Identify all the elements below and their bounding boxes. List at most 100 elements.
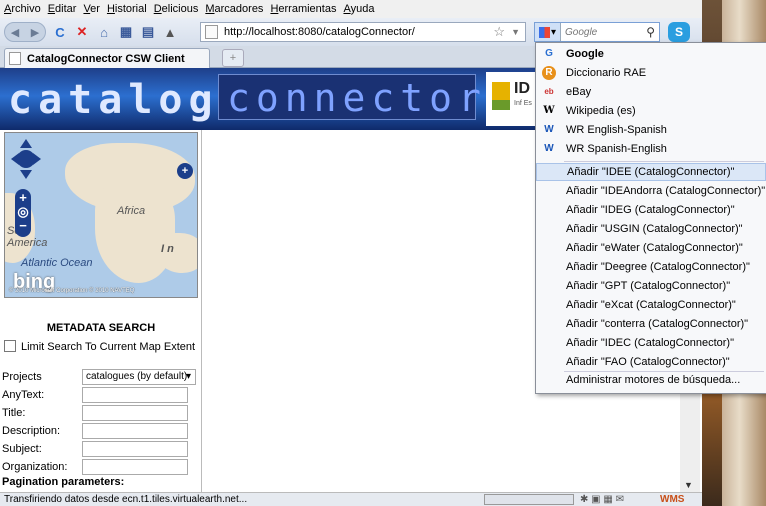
map-label-in: I n [161,243,174,255]
engine-label: Google [566,48,604,60]
title-input[interactable] [82,405,188,421]
subject-input[interactable] [82,441,188,457]
projects-label: Projects [2,371,42,383]
search-engine-selector[interactable]: ▾ [535,23,561,41]
menu-editar[interactable]: Editar [48,3,77,15]
rae-icon: R [542,66,556,80]
back-forward-buttons[interactable]: ◀ ▶ [4,22,46,42]
logo-catalog: catalog [8,77,219,123]
engine-label: eBay [566,86,592,98]
engine-wr-es-en[interactable]: W WR Spanish-English [536,140,766,158]
menu-ayuda[interactable]: Ayuda [343,3,374,15]
chevron-down-icon[interactable]: ▼ [511,27,520,37]
map-label-africa: Africa [117,205,146,217]
anytext-row: AnyText: [2,386,198,404]
address-bar[interactable]: http://localhost:8080/catalogConnector/ … [200,22,526,42]
wordreference-icon: W [544,124,554,135]
search-icon[interactable]: ⚲ [646,25,655,39]
engine-rae[interactable]: R Diccionario RAE [536,64,766,82]
add-engine-usgin[interactable]: Añadir "USGIN (CatalogConnector)" [536,220,766,238]
add-engine-fao[interactable]: Añadir "FAO (CatalogConnector)" [536,353,766,371]
ide-logo-title: ID [514,80,530,97]
wikipedia-icon: W [543,105,555,116]
google-icon: G [545,48,553,59]
add-engine-idec[interactable]: Añadir "IDEC (CatalogConnector)" [536,334,766,352]
page-icon [205,25,218,39]
anytext-label: AnyText: [2,389,45,401]
scroll-down-icon[interactable]: ▼ [684,480,693,490]
pan-control-icon[interactable] [11,139,41,179]
description-row: Description: [2,422,198,440]
search-input[interactable] [561,26,637,38]
organization-label: Organization: [2,461,68,473]
menu-herramientas[interactable]: Herramientas [270,3,336,15]
add-engine-deegree[interactable]: Añadir "Deegree (CatalogConnector)" [536,258,766,276]
globe-icon[interactable]: ◎ [15,205,31,219]
reload-icon[interactable]: C [52,24,68,40]
new-tab-button[interactable]: + [222,49,244,67]
status-bar: Transfiriendo datos desde ecn.t1.tiles.v… [0,492,702,506]
engine-wikipedia[interactable]: W Wikipedia (es) [536,102,766,120]
skype-icon[interactable]: S [668,22,690,42]
organization-row: Organization: [2,458,198,476]
layer-switcher-icon[interactable]: + [177,163,193,179]
add-engine-ideg[interactable]: Añadir "IDEG (CatalogConnector)" [536,201,766,219]
menu-delicious[interactable]: Delicious [154,3,199,15]
forward-icon[interactable]: ▶ [31,26,39,39]
star-icon[interactable]: ☆ [493,24,505,40]
add-engine-ideandorra[interactable]: Añadir "IDEAndorra (CatalogConnector)" [536,182,766,200]
app: Archivo Editar Ver Historial Delicious M… [0,0,766,506]
menu-ver[interactable]: Ver [83,3,100,15]
engine-label: WR Spanish-English [566,143,667,155]
limit-search-checkbox[interactable] [4,340,16,352]
bookmark-toolbar-icon[interactable]: ▦ [118,24,134,40]
limit-search-option[interactable]: Limit Search To Current Map Extent [4,340,200,353]
zoom-control[interactable]: + ◎ − [15,189,31,237]
tab-catalogconnector[interactable]: CatalogConnector CSW Client [4,48,210,68]
description-input[interactable] [82,423,188,439]
map-view[interactable]: Africa America Se I n Atlantic Ocean bin… [4,132,198,298]
page-icon [9,52,21,65]
projects-row: Projects catalogues (by default) [2,368,198,386]
back-icon[interactable]: ◀ [11,26,19,39]
title-label: Title: [2,407,26,419]
left-panel: Africa America Se I n Atlantic Ocean bin… [0,130,202,492]
organization-input[interactable] [82,459,188,475]
zoom-in-icon[interactable]: + [15,191,31,205]
url-text[interactable]: http://localhost:8080/catalogConnector/ [224,26,415,38]
projects-select[interactable]: catalogues (by default) [82,369,196,385]
menubar: Archivo Editar Ver Historial Delicious M… [0,0,702,18]
engine-label: Wikipedia (es) [566,105,636,117]
progress-bar [484,494,574,505]
status-text: Transfiriendo datos desde ecn.t1.tiles.v… [4,494,248,505]
ebay-icon: eb [544,87,554,96]
lock-toolbar-icon[interactable]: ▲ [162,24,178,40]
add-engine-idee[interactable]: Añadir "IDEE (CatalogConnector)" [536,163,766,181]
engine-ebay[interactable]: eb eBay [536,83,766,101]
map-label-america: America [7,237,48,249]
menu-marcadores[interactable]: Marcadores [205,3,263,15]
engine-label: WR English-Spanish [566,124,667,136]
wms-badge[interactable]: WMS [660,493,684,506]
sidebar-toolbar-icon[interactable]: ▤ [140,24,156,40]
home-icon[interactable]: ⌂ [96,24,112,40]
wordreference-icon: W [544,143,554,154]
ide-logo-subtitle: Inf Es [514,100,532,107]
engine-google[interactable]: G Google [536,45,766,63]
engine-wr-en-es[interactable]: W WR English-Spanish [536,121,766,139]
menu-historial[interactable]: Historial [107,3,147,15]
menu-archivo[interactable]: Archivo [4,3,41,15]
status-icons[interactable]: ✱ ▣ ▦ ✉ [580,493,624,506]
add-engine-gpt[interactable]: Añadir "GPT (CatalogConnector)" [536,277,766,295]
add-engine-ewater[interactable]: Añadir "eWater (CatalogConnector)" [536,239,766,257]
anytext-input[interactable] [82,387,188,403]
manage-search-engines[interactable]: Administrar motores de búsqueda... [566,374,740,386]
subject-label: Subject: [2,443,42,455]
stop-icon[interactable]: ✕ [74,24,90,40]
limit-search-label: Limit Search To Current Map Extent [21,341,196,353]
search-bar[interactable]: ▾ ⚲ [534,22,660,42]
dropdown-separator [564,161,764,162]
zoom-out-icon[interactable]: − [15,219,31,233]
add-engine-excat[interactable]: Añadir "eXcat (CatalogConnector)" [536,296,766,314]
add-engine-conterra[interactable]: Añadir "conterra (CatalogConnector)" [536,315,766,333]
